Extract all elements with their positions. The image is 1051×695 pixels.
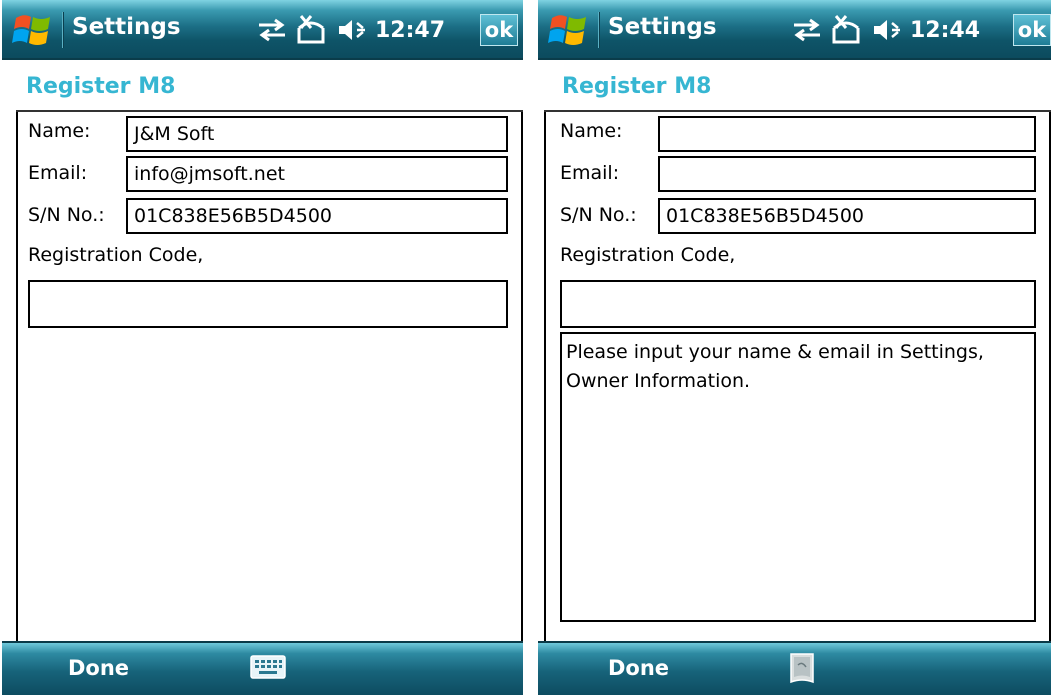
ok-button[interactable]: ok [1013, 14, 1051, 46]
form-area: Name: Email: S/N No.: 01C838E56B5D4500 R… [544, 112, 1051, 641]
email-label: Email: [560, 162, 620, 184]
screen-divider [525, 0, 538, 695]
title-bar: Settings 12:44 ok [538, 0, 1051, 60]
softkey-bar: Done [538, 641, 1051, 695]
clock[interactable]: 12:44 [910, 18, 980, 43]
no-signal-phone-icon[interactable] [293, 14, 333, 46]
volume-icon[interactable] [337, 15, 367, 45]
volume-icon[interactable] [872, 15, 902, 45]
phone-screen-left: Settings 12:47 ok Register M8 Name: J&M … [2, 0, 523, 695]
handwriting-pad-icon[interactable] [788, 651, 816, 691]
name-label: Name: [28, 120, 91, 142]
registration-code-field[interactable] [28, 280, 508, 328]
softkey-bar: Done [2, 641, 523, 695]
done-softkey[interactable]: Done [68, 656, 129, 680]
connectivity-icon[interactable] [790, 15, 824, 45]
connectivity-icon[interactable] [255, 15, 289, 45]
serial-number-label: S/N No.: [560, 204, 637, 226]
name-field[interactable] [658, 116, 1036, 152]
status-tray[interactable]: 12:47 [255, 12, 445, 48]
windows-start-icon[interactable] [546, 8, 592, 52]
windows-start-icon[interactable] [10, 8, 56, 52]
registration-code-label: Registration Code, [28, 244, 204, 266]
keyboard-icon[interactable] [250, 653, 286, 685]
ok-button[interactable]: ok [480, 14, 518, 46]
status-tray[interactable]: 12:44 [790, 12, 980, 48]
clock[interactable]: 12:47 [375, 18, 445, 43]
title-separator [62, 12, 64, 48]
message-line: Owner Information. [566, 370, 751, 392]
no-signal-phone-icon[interactable] [828, 14, 868, 46]
email-label: Email: [28, 162, 88, 184]
serial-number-label: S/N No.: [28, 204, 105, 226]
phone-screen-right: Settings 12:44 ok Register M8 Name: Emai… [538, 0, 1051, 695]
serial-number-field[interactable]: 01C838E56B5D4500 [658, 198, 1036, 234]
message-line: Please input your name & email in Settin… [566, 341, 984, 363]
page-title: Register M8 [562, 74, 712, 99]
registration-code-label: Registration Code, [560, 244, 736, 266]
page-title: Register M8 [26, 74, 176, 99]
serial-number-field[interactable]: 01C838E56B5D4500 [126, 198, 508, 234]
name-field[interactable]: J&M Soft [126, 116, 508, 152]
window-title: Settings [72, 14, 181, 40]
title-bar: Settings 12:47 ok [2, 0, 523, 60]
title-separator [598, 12, 600, 48]
name-label: Name: [560, 120, 623, 142]
done-softkey[interactable]: Done [608, 656, 669, 680]
form-area: Name: J&M Soft Email: info@jmsoft.net S/… [16, 112, 523, 641]
email-field[interactable] [658, 156, 1036, 192]
email-field[interactable]: info@jmsoft.net [126, 156, 508, 192]
message-box[interactable]: Please input your name & email in Settin… [560, 332, 1036, 622]
registration-code-field[interactable] [560, 280, 1036, 328]
window-title: Settings [608, 14, 717, 40]
